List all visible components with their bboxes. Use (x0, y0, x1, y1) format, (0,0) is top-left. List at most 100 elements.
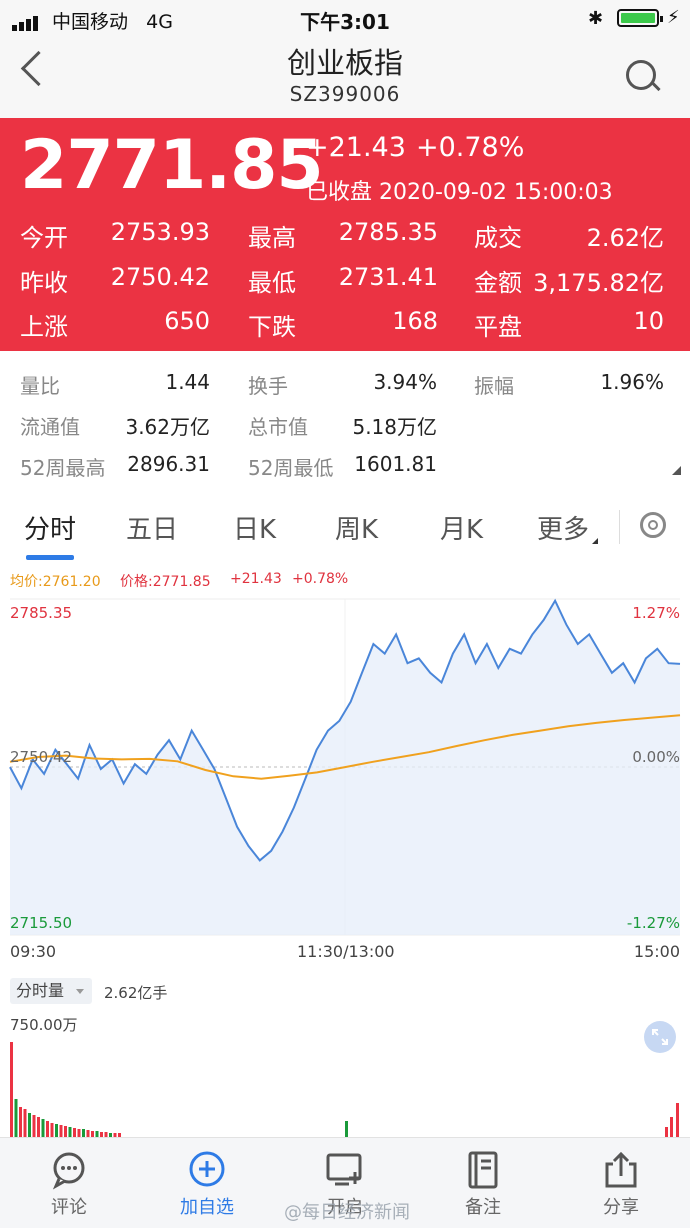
nav-label: 分享 (603, 1197, 639, 1218)
stat-value: 1.44 (165, 370, 210, 394)
clock: 下午3:01 (300, 10, 390, 34)
add-watchlist-button[interactable]: 加自选 (162, 1138, 252, 1228)
stat-label: 量比 (20, 374, 60, 398)
volume-bar (82, 1129, 85, 1137)
last-price: 2771.85 (20, 126, 324, 205)
price-change-pct: +0.78% (416, 132, 525, 163)
comment-icon (52, 1152, 85, 1190)
stat-value: 1601.81 (354, 452, 437, 476)
charging-icon: ⚡ (667, 7, 680, 28)
tab-five-day[interactable]: 五日 (126, 509, 178, 546)
volume-bar (32, 1115, 36, 1137)
pct-axis-top: 1.27% (632, 604, 680, 622)
pct-axis-bottom: -1.27% (626, 914, 680, 932)
chart-tabs: 分时 五日 日K 周K 月K 更多 (0, 495, 690, 561)
quote-label: 最低 (248, 269, 296, 297)
quote-label: 上涨 (20, 313, 68, 341)
quote-value: 2785.35 (338, 218, 438, 246)
quote-value: 168 (392, 307, 438, 335)
intraday-chart[interactable] (0, 595, 690, 975)
battery-icon (617, 9, 663, 27)
share-button[interactable]: 分享 (576, 1138, 666, 1228)
volume-bar (665, 1127, 668, 1137)
nav-label: 评论 (51, 1197, 87, 1218)
volume-bar (77, 1129, 81, 1137)
quote-label: 最高 (248, 224, 296, 252)
volume-bar (55, 1124, 58, 1137)
stat-value: 2896.31 (127, 452, 210, 476)
volume-max-label: 750.00万 (10, 1016, 78, 1034)
quote-label: 平盘 (474, 313, 522, 341)
stat-label: 52周最低 (248, 456, 334, 480)
search-icon[interactable] (626, 60, 656, 90)
market-status: 已收盘 2020-09-02 15:00:03 (306, 180, 613, 205)
quote-label: 下跌 (248, 313, 296, 341)
tab-intraday[interactable]: 分时 (24, 509, 76, 546)
price-legend: 价格:2771.85 (120, 574, 211, 590)
stat-label: 流通值 (20, 415, 80, 439)
x-axis-start: 09:30 (10, 942, 57, 961)
stat-value: 1.96% (600, 370, 664, 394)
change-pct-legend: +0.78% (292, 571, 349, 587)
tab-monthly-k[interactable]: 月K (440, 509, 483, 546)
quote-value: 2753.93 (110, 218, 210, 246)
quote-panel: 2771.85 +21.43 +0.78% 已收盘 2020-09-02 15:… (0, 118, 690, 351)
volume-bar (10, 1042, 13, 1137)
volume-bar (59, 1125, 63, 1137)
volume-bar (46, 1121, 49, 1137)
volume-bar (14, 1099, 18, 1137)
stat-value: 3.94% (373, 370, 437, 394)
volume-bar (37, 1117, 40, 1137)
avg-price-legend: 均价:2761.20 (10, 574, 101, 590)
note-button[interactable]: 备注 (438, 1138, 528, 1228)
quote-value: 10 (633, 307, 664, 335)
volume-bar (73, 1128, 76, 1137)
quote-label: 今开 (20, 224, 68, 252)
x-axis-mid: 11:30/13:00 (297, 942, 395, 961)
nav-label: 备注 (465, 1197, 501, 1218)
stat-value: 3.62万亿 (125, 415, 210, 439)
volume-total: 2.62亿手 (104, 984, 168, 1002)
quote-value: 2.62亿 (586, 224, 664, 252)
x-axis-end: 15:00 (633, 942, 680, 961)
tab-more[interactable]: 更多 (537, 509, 589, 546)
quote-label: 金额 (474, 269, 522, 297)
stat-label: 总市值 (248, 415, 308, 439)
stat-label: 52周最高 (20, 456, 106, 480)
status-bar: 中国移动 4G 下午3:01 ✱ ⚡ (0, 0, 690, 38)
volume-bar (28, 1113, 31, 1137)
volume-bar (41, 1119, 45, 1137)
expand-stats-icon[interactable] (672, 466, 681, 475)
volume-bar (50, 1123, 54, 1137)
quote-label: 昨收 (20, 269, 68, 297)
note-icon (468, 1151, 498, 1189)
gear-icon[interactable] (640, 512, 666, 538)
tab-daily-k[interactable]: 日K (233, 509, 276, 546)
volume-bar (23, 1109, 27, 1137)
page-title: 创业板指 (286, 46, 403, 80)
nav-label: 加自选 (180, 1197, 234, 1218)
volume-bar (64, 1126, 67, 1137)
volume-selector[interactable]: 分时量 (10, 978, 92, 1004)
nav-header: 创业板指 SZ399006 (0, 38, 690, 118)
volume-bar (676, 1103, 679, 1137)
y-axis-mid: 2750.42 (10, 748, 73, 766)
tab-divider (619, 510, 620, 544)
volume-chart (10, 1042, 679, 1137)
y-axis-top: 2785.35 (10, 604, 73, 622)
volume-bar (19, 1107, 22, 1137)
stat-value: 5.18万亿 (352, 415, 437, 439)
volume-bar (670, 1117, 673, 1137)
y-axis-bottom: 2715.50 (10, 914, 73, 932)
quote-value: 650 (164, 307, 210, 335)
stat-label: 换手 (248, 374, 288, 398)
bluetooth-icon: ✱ (588, 8, 604, 29)
more-dropdown-icon (592, 538, 598, 544)
comment-button[interactable]: 评论 (24, 1138, 114, 1228)
quote-label: 成交 (474, 224, 522, 252)
tab-weekly-k[interactable]: 周K (335, 509, 378, 546)
pct-axis-mid: 0.00% (632, 748, 680, 766)
quote-value: 2750.42 (110, 263, 210, 291)
stat-label: 振幅 (474, 374, 514, 398)
price-change: +21.43 (306, 132, 406, 163)
